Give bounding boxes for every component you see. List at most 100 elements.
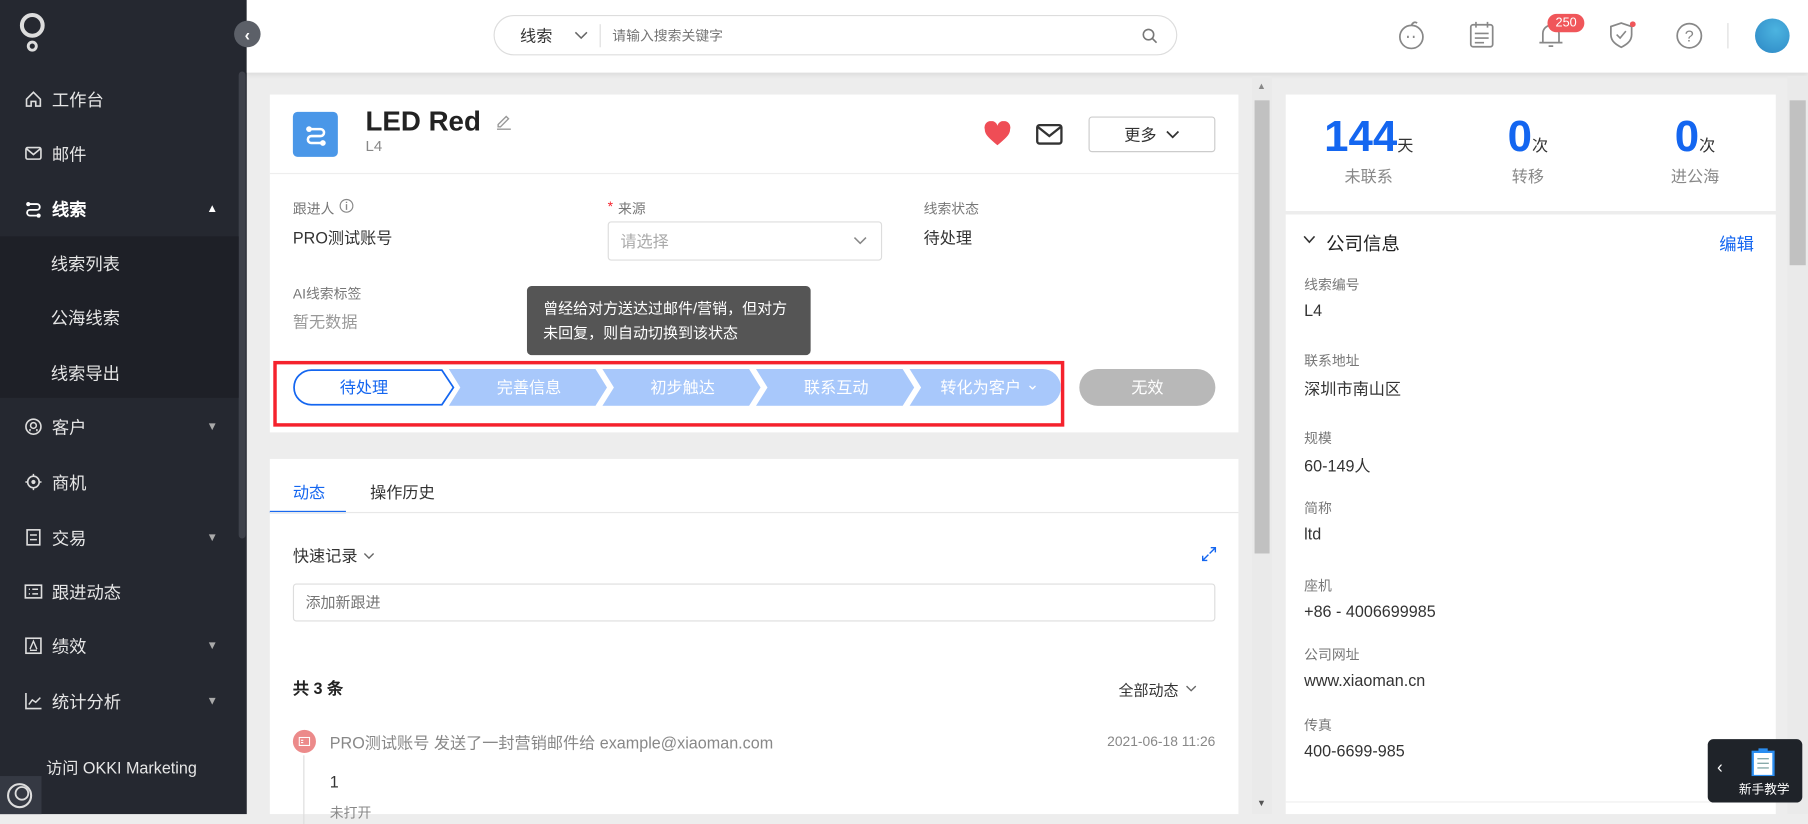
main-scrollbar[interactable]: ▲ ▼ <box>1252 76 1272 815</box>
activity-item-text: PRO测试账号 发送了一封营销邮件给 example@xiaoman.com <box>329 733 774 752</box>
mail-icon[interactable] <box>1035 123 1063 146</box>
collapse-sidebar-button[interactable]: ‹ <box>234 20 261 48</box>
company-field-label: 座机 <box>1304 577 1332 594</box>
company-info-card <box>1285 214 1776 815</box>
stage-label-text: 初步触达 <box>650 378 715 397</box>
sidebar-item-customer[interactable]: 客户 ▼ <box>0 404 239 450</box>
scrollbar-thumb[interactable] <box>1789 100 1806 266</box>
invalid-button[interactable]: 无效 <box>1079 368 1216 406</box>
search-icon[interactable] <box>1142 27 1158 43</box>
sidebar-item-label: 统计分析 <box>51 692 122 713</box>
calendar-icon[interactable] <box>1469 21 1494 49</box>
sidebar-item-opportunity[interactable]: 商机 <box>0 459 239 505</box>
sidebar-item-label: 跟进动态 <box>51 582 122 603</box>
customer-icon <box>24 417 42 435</box>
heart-icon[interactable] <box>984 121 1012 146</box>
submenu-lead-list[interactable]: 线索列表 <box>51 251 120 275</box>
activity-filter-label: 全部动态 <box>1118 681 1179 699</box>
logo-icon <box>19 12 45 52</box>
activity-item-status: 未打开 <box>329 804 372 822</box>
edit-company-button[interactable]: 编辑 <box>1719 232 1754 256</box>
scroll-down-icon[interactable]: ▼ <box>1257 798 1266 808</box>
sidebar-item-label: 客户 <box>51 417 87 438</box>
mail-icon <box>24 144 42 162</box>
sidebar-item-mail[interactable]: 邮件 <box>0 130 239 176</box>
page-scrollbar[interactable] <box>1787 76 1808 815</box>
stat-1: 0次 转移 <box>1447 113 1608 188</box>
stage-label[interactable]: 完善信息 <box>458 369 600 406</box>
chevron-down-icon <box>1166 130 1180 138</box>
avatar[interactable] <box>1755 18 1790 54</box>
sidebar-item-followup[interactable]: 跟进动态 <box>0 568 239 614</box>
okki-logo-icon <box>7 783 33 809</box>
activity-filter-dropdown[interactable]: 全部动态 <box>1119 678 1197 700</box>
sidebar-item-leads[interactable]: 线索 ▲ <box>0 186 239 232</box>
sidebar-item-analytics[interactable]: 统计分析 ▼ <box>0 678 239 724</box>
top-header: 线索 250 ? <box>246 0 1808 73</box>
marketing-button[interactable] <box>0 776 42 815</box>
scroll-up-icon[interactable]: ▲ <box>1257 81 1266 91</box>
ai-tag-label: AI线索标签 <box>292 285 362 303</box>
quick-record-label: 快速记录 <box>292 546 358 566</box>
chevron-down-icon: ▼ <box>206 531 218 544</box>
stat-value: 0 <box>1674 113 1700 162</box>
shield-check-icon[interactable] <box>1609 21 1637 51</box>
help-icon[interactable]: ? <box>1675 22 1703 50</box>
search-scope-select[interactable]: 线索 <box>520 24 552 47</box>
okki-marketing-link[interactable]: 访问 OKKI Marketing <box>46 756 197 779</box>
owner-label: 跟进人 <box>292 200 335 217</box>
header-divider <box>1727 23 1729 49</box>
sidebar-item-performance[interactable]: 绩效 ▼ <box>0 623 239 669</box>
company-field-label: 线索编号 <box>1304 276 1360 293</box>
company-field-value: 深圳市南山区 <box>1304 379 1402 398</box>
company-field-value: www.xiaoman.cn <box>1304 671 1426 690</box>
chevron-left-icon[interactable]: ‹ <box>1717 758 1723 778</box>
chevron-down-icon[interactable] <box>1303 235 1316 244</box>
stage-label[interactable]: 联系互动 <box>765 369 907 406</box>
expand-icon[interactable] <box>1201 547 1217 562</box>
notification-badge: 250 <box>1547 13 1585 33</box>
stage-label-text: 联系互动 <box>803 378 869 397</box>
tutorial-widget[interactable]: ‹ 新手教学 <box>1707 739 1803 803</box>
sidebar-item-workbench[interactable]: 工作台 <box>0 76 239 122</box>
sidebar-item-label: 商机 <box>51 473 87 493</box>
company-field-label: 联系地址 <box>1304 352 1360 369</box>
chevron-left-icon: ‹ <box>244 24 251 44</box>
sidebar-scrollbar[interactable] <box>238 71 246 539</box>
activity-item-time: 2021-06-18 11:26 <box>1107 733 1216 750</box>
sidebar-item-label: 邮件 <box>51 144 87 165</box>
stage-label-text: 完善信息 <box>496 378 562 397</box>
stat-value: 144 <box>1324 113 1398 162</box>
company-field-label: 简称 <box>1304 500 1332 517</box>
stat-unit: 次 <box>1699 136 1716 155</box>
company-field-value: 60-149人 <box>1304 456 1371 476</box>
stat-0: 144天 未联系 <box>1288 113 1449 188</box>
sidebar-item-label: 线索 <box>51 200 87 220</box>
stage-label[interactable]: 待处理 <box>293 369 435 406</box>
tab-activity[interactable]: 动态 <box>293 481 325 504</box>
stat-caption: 未联系 <box>1344 167 1393 186</box>
company-info-title: 公司信息 <box>1326 235 1400 255</box>
activity-count: 共 3 条 <box>292 679 344 698</box>
submenu-lead-export[interactable]: 线索导出 <box>51 361 120 385</box>
tab-operation-history[interactable]: 操作历史 <box>370 481 435 504</box>
source-select[interactable]: 请选择 <box>607 221 883 261</box>
stage-label-text: 转化为客户 <box>940 378 1022 397</box>
chevron-down-icon <box>574 31 588 39</box>
stage-label[interactable]: 转化为客户 ⌄ <box>919 369 1061 406</box>
edit-pencil-icon[interactable] <box>495 112 513 130</box>
assistant-icon[interactable] <box>1398 21 1426 51</box>
scrollbar-thumb[interactable] <box>1254 100 1270 554</box>
stats-card: 144天 未联系 0次 转移 0次 进公海 <box>1285 94 1776 212</box>
submenu-public-leads[interactable]: 公海线索 <box>51 306 120 330</box>
info-icon[interactable] <box>339 198 354 213</box>
sidebar-item-deal[interactable]: 交易 ▼ <box>0 514 239 560</box>
divider <box>1285 801 1776 803</box>
search-input[interactable] <box>612 27 1120 44</box>
quick-record-dropdown[interactable]: 快速记录 <box>293 544 375 567</box>
stage-label[interactable]: 初步触达 <box>612 369 754 406</box>
more-button[interactable]: 更多 <box>1088 116 1216 153</box>
chevron-up-icon: ▲ <box>206 202 218 216</box>
new-followup-input[interactable] <box>292 583 1216 622</box>
company-field-value: ltd <box>1304 524 1322 544</box>
